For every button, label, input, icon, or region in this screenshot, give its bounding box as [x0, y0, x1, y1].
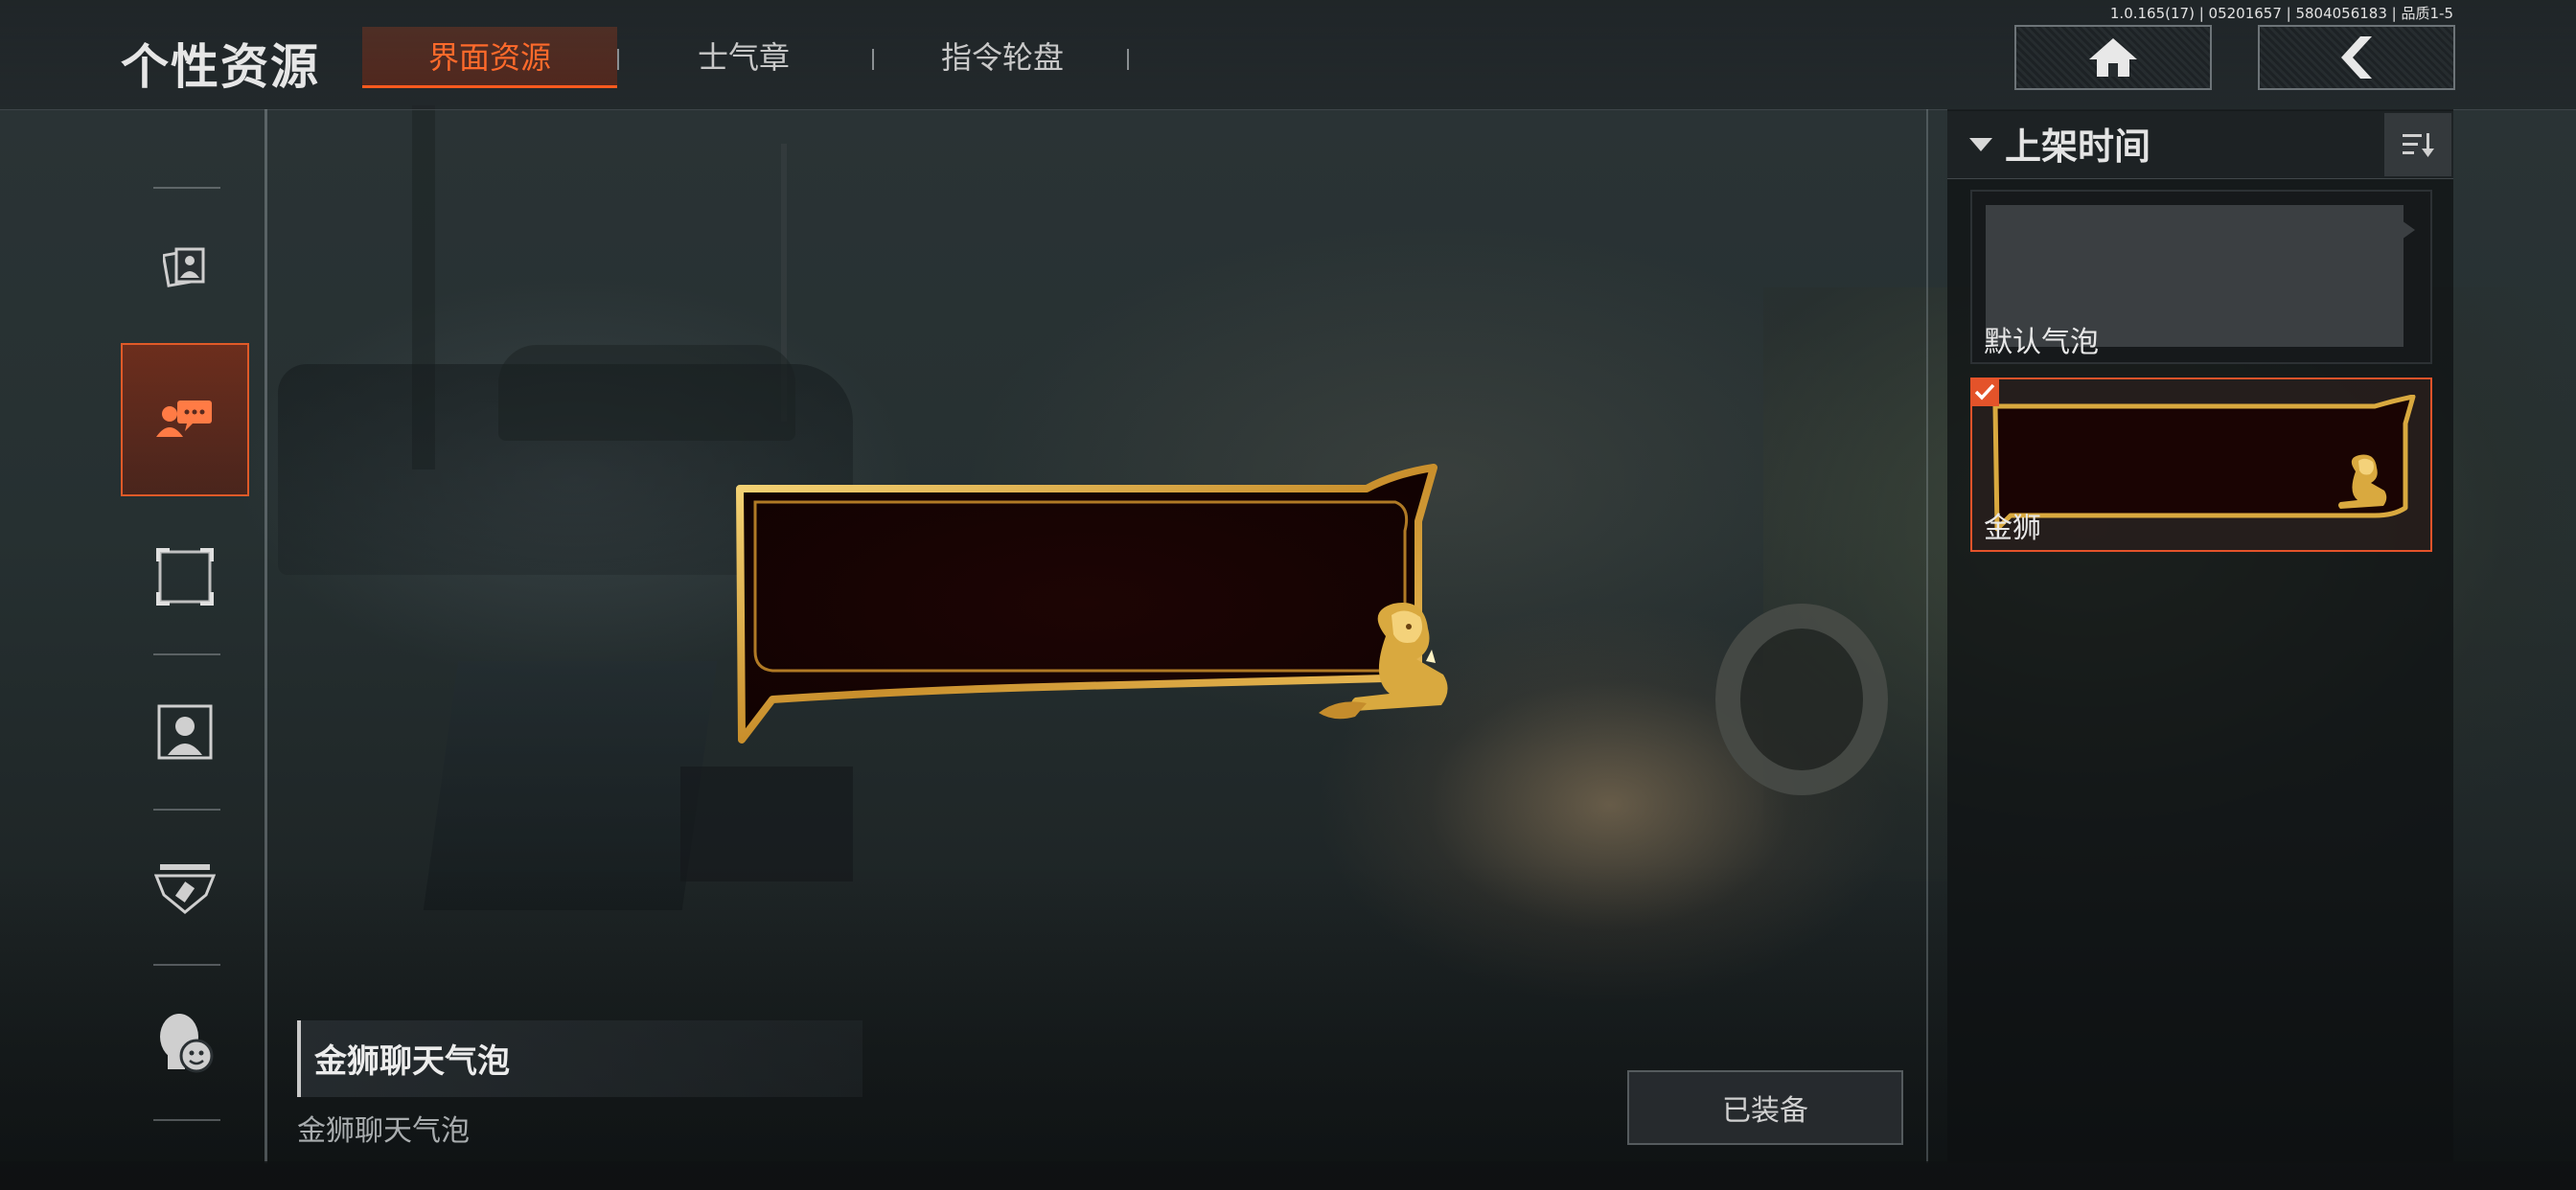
golden-lion-bubble-thumbnail — [1992, 395, 2416, 532]
bubble-tail-icon — [2402, 220, 2415, 240]
portrait-icon — [157, 704, 213, 760]
side-nav-divider — [264, 109, 267, 1163]
equipped-button[interactable]: 已装备 — [1627, 1070, 1903, 1145]
back-arrow-icon — [2341, 36, 2372, 79]
item-description: 金狮聊天气泡 — [297, 1114, 470, 1148]
chevron-down-icon — [1969, 138, 1992, 151]
chat-bubble-preview — [736, 464, 1448, 744]
list-item-default-bubble[interactable]: 默认气泡 — [1970, 190, 2432, 364]
photo-cards-icon — [163, 247, 205, 287]
tab-separator — [872, 49, 874, 70]
nav-item-chat-bubble[interactable] — [121, 343, 249, 496]
tab-interface-resources[interactable]: 界面资源 — [362, 27, 617, 88]
nav-separator — [153, 187, 220, 189]
page-title: 个性资源 — [121, 39, 320, 95]
home-icon — [2089, 38, 2137, 77]
badge-emblem-icon — [154, 864, 216, 914]
list-item-label: 金狮 — [1984, 512, 2041, 545]
tab-separator — [617, 49, 619, 70]
list-item-golden-lion[interactable]: 金狮 — [1970, 378, 2432, 552]
nav-item-emote[interactable] — [121, 966, 249, 1119]
nav-item-portrait[interactable] — [121, 655, 249, 809]
content-divider — [1926, 109, 1928, 1163]
nav-separator — [153, 1119, 220, 1121]
emote-head-icon — [160, 1014, 214, 1073]
tab-morale-badge[interactable]: 士气章 — [629, 27, 859, 88]
sort-order-button[interactable] — [2384, 113, 2451, 176]
list-item-label: 默认气泡 — [1984, 326, 2099, 359]
version-info: 1.0.165(17) | 05201657 | 5804056183 | 品质… — [2109, 5, 2453, 22]
nav-item-avatar-frame[interactable] — [121, 500, 249, 653]
selected-check-icon — [1970, 378, 1999, 406]
item-name: 金狮聊天气泡 — [314, 1042, 510, 1081]
chat-bubble-user-icon — [156, 400, 212, 437]
tab-separator — [1127, 49, 1129, 70]
home-button[interactable] — [2014, 25, 2212, 90]
background-tank-turret — [498, 345, 795, 441]
tab-command-wheel[interactable]: 指令轮盘 — [884, 27, 1121, 88]
sort-label: 上架时间 — [2005, 126, 2151, 168]
background-wheel — [1715, 604, 1888, 795]
bottom-edge — [0, 1161, 2576, 1190]
avatar-frame-icon — [156, 548, 214, 606]
nav-item-photo-cards[interactable] — [121, 190, 249, 343]
nav-item-badge[interactable] — [121, 811, 249, 964]
back-button[interactable] — [2258, 25, 2455, 90]
sort-order-icon — [2403, 133, 2434, 157]
